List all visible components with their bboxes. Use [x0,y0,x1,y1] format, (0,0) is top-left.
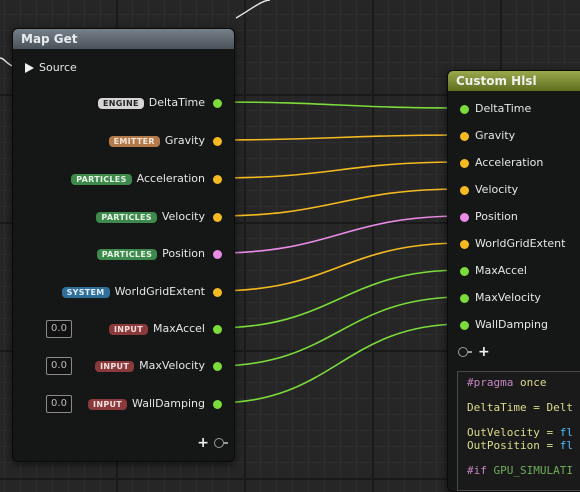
output-pin-row-maxaccel[interactable]: INPUT MaxAccel [109,321,222,337]
output-pin-label: WallDamping [132,397,205,410]
input-pin-row-maxvelocity[interactable]: MaxVelocity [460,290,541,306]
wire-walldamping[interactable] [214,323,464,404]
input-pin-label: MaxVelocity [475,291,541,304]
map-get-title[interactable]: Map Get [13,29,234,49]
input-pin-icon[interactable] [460,320,469,330]
offscreen-wire [235,0,271,19]
wire-maxaccel[interactable] [214,269,464,329]
wire-deltatime[interactable] [214,101,464,109]
output-pin-row-worldgridextent[interactable]: SYSTEM WorldGridExtent [61,284,222,300]
output-pin-icon[interactable] [213,324,222,334]
code-line-2: DeltaTime = Delt [467,401,573,414]
output-pin-label: WorldGridExtent [114,285,205,298]
output-pin-label: MaxVelocity [139,359,205,372]
output-pin-row-position[interactable]: PARTICLES Position [96,246,222,262]
namespace-badge: PARTICLES [71,173,132,185]
map-get-node[interactable]: Map Get Source ENGINE DeltaTime EMITTER Gra… [12,28,235,462]
empty-pin-icon[interactable] [214,438,228,448]
output-pin-row-deltatime[interactable]: ENGINE DeltaTime [98,95,222,111]
map-get-add-pin-row[interactable]: + [197,436,228,450]
input-pin-icon[interactable] [460,185,469,195]
code-line-4: OutPosition = fl [467,439,573,452]
wire-worldgridextent[interactable] [214,242,464,292]
source-pin-row[interactable]: Source [25,60,77,76]
input-pin-row-deltatime[interactable]: DeltaTime [460,101,531,117]
wire-gravity[interactable] [214,134,464,141]
output-pin-label: DeltaTime [148,96,205,109]
input-pin-icon[interactable] [460,293,469,303]
default-value-input[interactable]: 0.0 [46,320,72,338]
input-pin-label: Acceleration [475,156,544,169]
output-pin-label: Gravity [164,134,205,147]
add-icon[interactable]: + [478,345,490,359]
input-pin-row-velocity[interactable]: Velocity [460,182,518,198]
output-pin-icon[interactable] [213,287,222,297]
output-pin-label: Acceleration [136,172,205,185]
output-pin-label: Velocity [161,210,205,223]
wire-velocity[interactable] [214,188,464,217]
hlsl-add-pin-row[interactable]: + [458,345,490,359]
default-value-input[interactable]: 0.0 [46,357,72,375]
source-label: Source [39,61,77,74]
input-pin-label: Gravity [475,129,516,142]
output-pin-icon[interactable] [213,361,222,371]
namespace-badge: ENGINE [98,97,144,109]
input-pin-label: WorldGridExtent [475,237,566,250]
wire-acceleration[interactable] [214,161,464,179]
input-pin-row-gravity[interactable]: Gravity [460,128,515,144]
input-pin-row-maxaccel[interactable]: MaxAccel [460,263,527,279]
exec-arrow-icon[interactable] [25,63,34,73]
namespace-badge: INPUT [109,323,148,335]
output-pin-row-walldamping[interactable]: INPUT WallDamping [88,396,222,412]
input-pin-label: Position [475,210,518,223]
default-value-input[interactable]: 0.0 [46,395,72,413]
input-pin-label: WallDamping [475,318,548,331]
empty-pin-icon[interactable] [458,347,472,357]
output-pin-icon[interactable] [213,98,222,108]
output-pin-icon[interactable] [213,399,222,409]
input-pin-row-worldgridextent[interactable]: WorldGridExtent [460,236,565,252]
namespace-badge: INPUT [95,360,135,372]
input-pin-icon[interactable] [460,266,469,276]
namespace-badge: INPUT [88,398,128,410]
output-pin-row-acceleration[interactable]: PARTICLES Acceleration [71,171,222,187]
add-icon[interactable]: + [197,436,209,450]
input-pin-icon[interactable] [460,158,469,168]
input-pin-label: DeltaTime [475,102,532,115]
namespace-badge: SYSTEM [61,286,110,298]
output-pin-icon[interactable] [213,212,222,222]
input-pin-row-position[interactable]: Position [460,209,518,225]
code-line-5: #if GPU_SIMULATI [467,464,573,477]
code-line-1: #pragma once [467,376,547,389]
output-pin-row-gravity[interactable]: EMITTER Gravity [108,133,222,149]
output-pin-icon[interactable] [213,249,222,259]
input-pin-label: Velocity [475,183,519,196]
namespace-badge: PARTICLES [96,211,157,223]
input-pin-row-walldamping[interactable]: WallDamping [460,317,548,333]
wire-maxvelocity[interactable] [214,296,464,367]
input-pin-label: MaxAccel [475,264,527,277]
hlsl-code-editor[interactable]: #pragma once DeltaTime = Delt OutVelocit… [457,371,580,491]
output-pin-label: Position [162,247,205,260]
wire-position[interactable] [214,215,464,254]
input-pin-icon[interactable] [460,131,469,141]
output-pin-icon[interactable] [213,136,222,146]
input-pin-row-acceleration[interactable]: Acceleration [460,155,543,171]
namespace-badge: EMITTER [108,135,160,147]
input-pin-icon[interactable] [460,104,469,114]
input-pin-icon[interactable] [460,239,469,249]
output-pin-row-velocity[interactable]: PARTICLES Velocity [96,209,222,225]
output-pin-row-maxvelocity[interactable]: INPUT MaxVelocity [95,358,222,374]
custom-hlsl-title[interactable]: Custom Hlsl [448,71,580,91]
output-pin-icon[interactable] [213,174,222,184]
output-pin-label: MaxAccel [153,322,205,335]
input-pin-icon[interactable] [460,212,469,222]
code-line-3: OutVelocity = fl [467,426,573,439]
namespace-badge: PARTICLES [96,248,158,260]
